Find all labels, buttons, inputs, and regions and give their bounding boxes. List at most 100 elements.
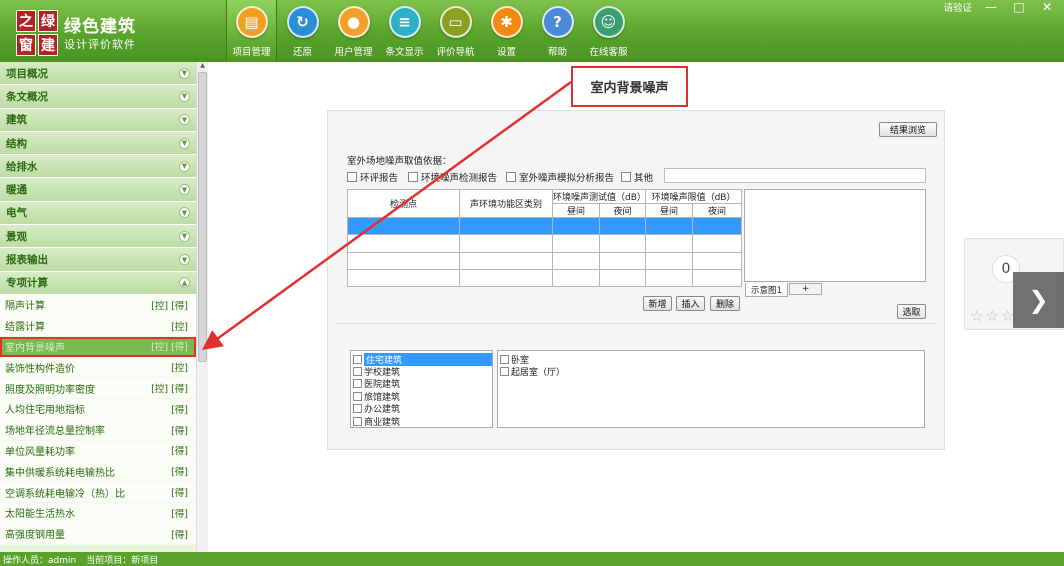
chevron-down-icon[interactable]: ▼ (179, 184, 190, 196)
checkbox[interactable] (353, 354, 362, 364)
table-cell[interactable] (552, 216, 600, 236)
building-type-list[interactable]: 住宅建筑 学校建筑 医院建筑 旅馆建筑 办公建筑 商业建筑 (350, 350, 493, 428)
chevron-down-icon[interactable]: ▼ (179, 230, 190, 242)
checkbox[interactable] (506, 172, 516, 182)
checkbox[interactable] (353, 379, 362, 389)
checkbox[interactable] (347, 172, 357, 182)
table-cell[interactable] (598, 216, 647, 236)
basis-option[interactable]: 环境噪声检测报告 (408, 170, 497, 184)
table-row[interactable] (347, 268, 743, 288)
basis-option[interactable]: 室外噪声模拟分析报告 (506, 170, 614, 184)
scroll-thumb[interactable] (198, 72, 207, 362)
checkbox[interactable] (408, 172, 418, 182)
sidebar-item[interactable]: 空调系统耗电输冷（热）比 [得] (0, 482, 196, 503)
table-cell[interactable] (598, 234, 647, 253)
sidebar-category[interactable]: 建筑 ▼ (0, 108, 196, 132)
list-item[interactable]: 医院建筑 (351, 378, 492, 390)
sidebar-category[interactable]: 暖通 ▼ (0, 178, 196, 202)
next-arrow-icon[interactable]: ❯ (1013, 272, 1064, 328)
table-cell[interactable] (645, 216, 694, 236)
sidebar-item[interactable]: 集中供暖系统耗电输热比 [得] (0, 461, 196, 483)
table-cell[interactable] (645, 268, 694, 288)
checkbox[interactable] (353, 367, 362, 377)
toolbar-restore-button[interactable]: ↻ 还原 (277, 0, 328, 62)
sidebar-category[interactable]: 电气 ▼ (0, 201, 196, 226)
table-cell[interactable] (645, 234, 694, 253)
table-row[interactable] (347, 216, 743, 236)
close-button[interactable]: ✕ (1038, 0, 1056, 14)
chevron-down-icon[interactable]: ▼ (179, 137, 190, 149)
table-cell[interactable] (598, 268, 647, 288)
table-cell[interactable] (347, 216, 460, 236)
chevron-down-icon[interactable]: ▼ (179, 90, 190, 102)
table-cell[interactable] (692, 251, 743, 270)
table-cell[interactable] (347, 268, 460, 288)
chevron-down-icon[interactable]: ▼ (179, 207, 190, 219)
other-basis-input[interactable] (664, 168, 926, 183)
toolbar-help-button[interactable]: ? 帮助 (532, 0, 583, 62)
list-item[interactable]: 起居室（厅） (498, 365, 924, 378)
results-browse-button[interactable]: 结果浏览 (879, 122, 937, 137)
list-item[interactable]: 住宅建筑 (351, 352, 492, 366)
checkbox[interactable] (500, 367, 509, 377)
list-item[interactable]: 商业建筑 (351, 415, 492, 428)
sidebar-category[interactable]: 结构 ▼ (0, 131, 196, 156)
table-cell[interactable] (598, 251, 647, 270)
sidebar-item[interactable]: 室内背景噪声 [控] [得] (0, 336, 196, 358)
table-row[interactable] (347, 251, 743, 270)
chevron-down-icon[interactable]: ▼ (179, 67, 190, 79)
sidebar-item[interactable]: 单位风量耗功率 [得] (0, 440, 196, 462)
toolbar-support-button[interactable]: ☺ 在线客服 (583, 0, 634, 62)
delete-row-button[interactable]: 删除 (710, 296, 740, 311)
sidebar-item[interactable]: 人均住宅用地指标 [得] (0, 398, 196, 420)
checkbox[interactable] (353, 404, 362, 414)
scroll-up-icon[interactable]: ▲ (197, 62, 208, 72)
add-diagram-button[interactable]: + (789, 283, 822, 295)
chevron-down-icon[interactable]: ▼ (179, 160, 190, 172)
rating-stars[interactable]: ☆☆☆ (970, 307, 1016, 325)
sidebar-category[interactable]: 景观 ▼ (0, 225, 196, 249)
minimize-button[interactable]: — (982, 0, 1000, 14)
table-cell[interactable] (459, 234, 553, 253)
sidebar-category[interactable]: 报表输出 ▼ (0, 248, 196, 272)
toolbar-users-button[interactable]: ● 用户管理 (328, 0, 379, 62)
sidebar-item[interactable]: 高强度钢用量 [得] (0, 523, 196, 545)
diagram-tab[interactable]: 示意图1 (745, 283, 788, 297)
table-cell[interactable] (347, 234, 460, 253)
sidebar-item[interactable]: 场地年径流总量控制率 [得] (0, 419, 196, 441)
checkbox[interactable] (621, 172, 631, 182)
table-cell[interactable] (552, 268, 600, 288)
sidebar-scrollbar[interactable]: ▲ (196, 62, 208, 552)
table-cell[interactable] (692, 234, 743, 253)
table-cell[interactable] (459, 268, 553, 288)
sidebar-item[interactable]: 照度及照明功率密度 [控] [得] (0, 378, 196, 399)
sidebar-category[interactable]: 条文概况 ▼ (0, 85, 196, 109)
toolbar-notebook-button[interactable]: ▤ 项目管理 (226, 0, 277, 62)
add-row-button[interactable]: 新增 (643, 296, 672, 311)
chevron-up-icon[interactable]: ▲ (179, 277, 190, 289)
table-cell[interactable] (645, 251, 694, 270)
table-cell[interactable] (692, 268, 743, 288)
table-cell[interactable] (692, 216, 743, 236)
checkbox[interactable] (353, 416, 362, 426)
table-cell[interactable] (459, 216, 553, 236)
insert-row-button[interactable]: 插入 (676, 296, 705, 311)
toolbar-doc-button[interactable]: ≡ 条文显示 (379, 0, 430, 62)
sidebar-item[interactable]: 太阳能生活热水 [得] (0, 502, 196, 524)
sidebar-item[interactable]: 装饰性构件造价 [控] (0, 357, 196, 379)
sidebar-item[interactable]: 结露计算 [控] (0, 315, 196, 337)
toolbar-gear-button[interactable]: ✱ 设置 (481, 0, 532, 62)
verify-link[interactable]: 请验证 (943, 0, 972, 14)
sidebar-item[interactable]: 隔声计算 [控] [得] (0, 294, 196, 316)
list-item[interactable]: 旅馆建筑 (351, 390, 492, 403)
table-cell[interactable] (347, 251, 460, 270)
noise-table[interactable]: 检测点 声环境功能区类别 环境噪声测试值（dB） 环境噪声限值（dB） 昼间 夜… (347, 189, 743, 288)
basis-option[interactable]: 其他 (621, 170, 653, 184)
list-item[interactable]: 卧室 (498, 353, 924, 366)
checkbox[interactable] (500, 354, 509, 364)
table-row[interactable] (347, 234, 743, 253)
room-type-list[interactable]: 卧室 起居室（厅） (497, 350, 925, 428)
choose-button[interactable]: 选取 (897, 304, 926, 319)
maximize-button[interactable]: □ (1010, 0, 1028, 14)
list-item[interactable]: 办公建筑 (351, 403, 492, 415)
